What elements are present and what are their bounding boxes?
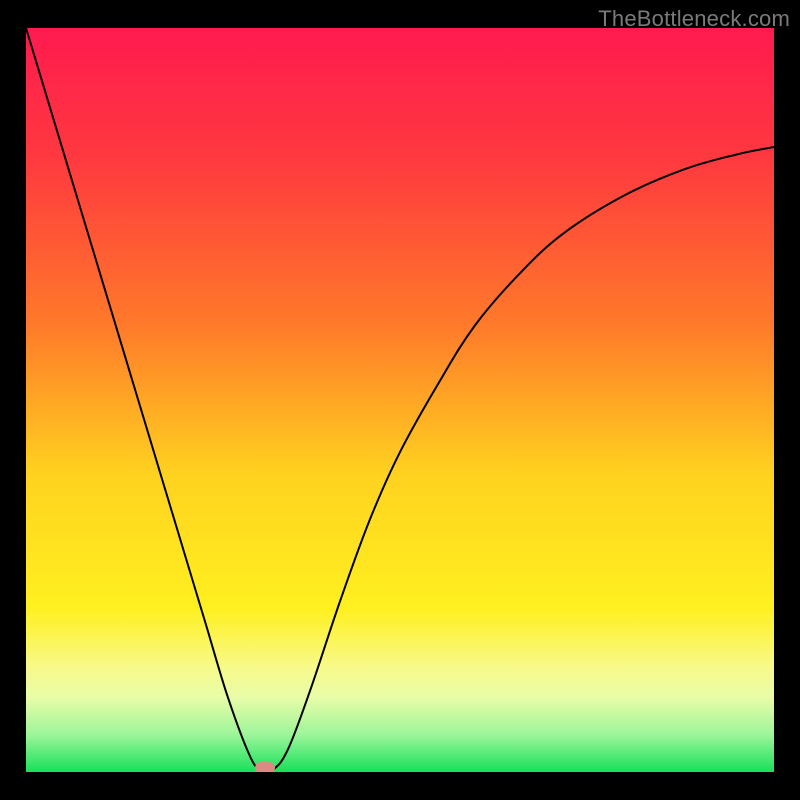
chart-plot-area: [26, 28, 774, 772]
chart-svg: [26, 28, 774, 772]
watermark-text: TheBottleneck.com: [598, 6, 790, 32]
optimal-point-marker: [255, 762, 275, 772]
